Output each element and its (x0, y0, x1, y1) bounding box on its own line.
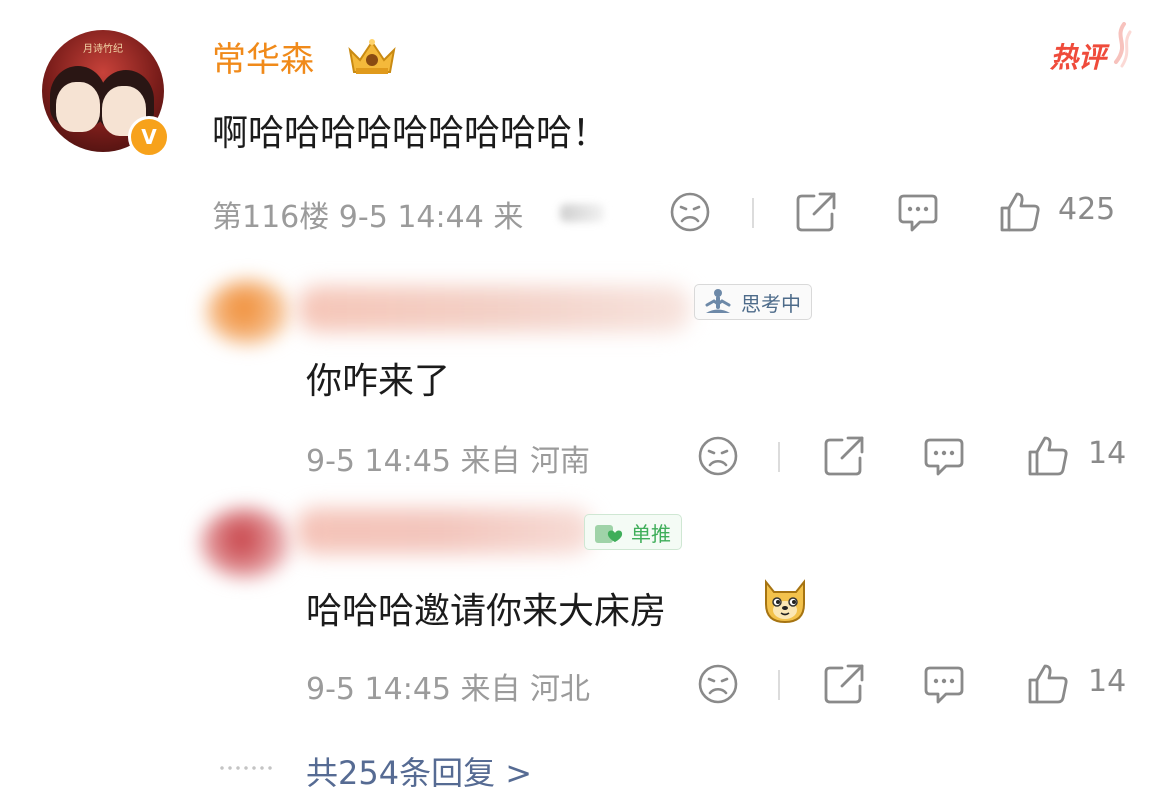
sad-face-icon[interactable] (696, 662, 740, 706)
comment-meta: 第116楼 9-5 14:44 来 (212, 200, 524, 235)
like-count: 425 (1058, 192, 1116, 227)
location-blur (560, 204, 604, 222)
verified-badge: V (128, 116, 170, 158)
crown-icon (348, 39, 396, 74)
status-badge: 思考中 (694, 284, 812, 320)
status-badge: 单推 (584, 514, 682, 550)
flame-decoration-icon (1114, 22, 1132, 68)
thumbs-up-icon[interactable] (1026, 434, 1070, 478)
divider (752, 198, 754, 228)
reply-meta: 9-5 14:45 来自 河北 (306, 672, 591, 707)
share-icon[interactable] (822, 662, 866, 706)
thumbs-up-icon[interactable] (998, 190, 1042, 234)
share-icon[interactable] (794, 190, 838, 234)
reply-text: 哈哈哈邀请你来大床房 (306, 591, 667, 632)
heart-tag-icon (595, 525, 623, 543)
reply-username-blur[interactable] (298, 286, 690, 332)
sad-face-icon[interactable] (668, 190, 712, 234)
reply-avatar[interactable] (206, 280, 290, 344)
comment-text: 啊哈哈哈哈哈哈哈哈哈！ (212, 113, 609, 154)
doge-emoji-icon (765, 579, 805, 624)
reply-username-blur[interactable] (296, 508, 592, 554)
comment-icon[interactable] (922, 434, 966, 478)
view-more-replies-link[interactable]: 共254条回复 > (306, 748, 532, 794)
reply-text: 你咋来了 (306, 361, 451, 402)
divider (778, 442, 780, 472)
thumbs-up-icon[interactable] (1026, 662, 1070, 706)
like-count: 14 (1088, 436, 1127, 471)
more-dots (218, 766, 276, 770)
sad-face-icon[interactable] (696, 434, 740, 478)
like-count: 14 (1088, 664, 1127, 699)
comment-icon[interactable] (922, 662, 966, 706)
status-badge-label: 思考中 (741, 291, 801, 316)
avatar-caption: 月诗竹纪 (83, 44, 123, 55)
meditate-icon (705, 289, 731, 313)
reply-meta: 9-5 14:45 来自 河南 (306, 444, 591, 479)
share-icon[interactable] (822, 434, 866, 478)
status-badge-label: 单推 (631, 521, 671, 546)
username[interactable]: 常华森 (212, 32, 314, 81)
reply-avatar[interactable] (200, 508, 292, 578)
comment-icon[interactable] (896, 190, 940, 234)
divider (778, 670, 780, 700)
